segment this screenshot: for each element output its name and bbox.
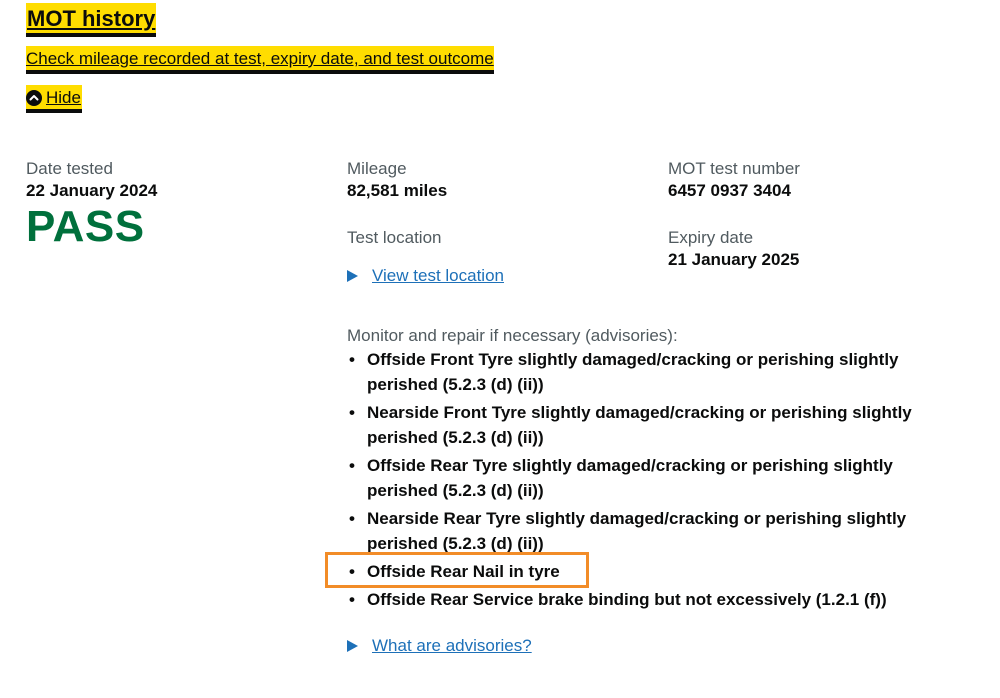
mot-history-page: MOT history Check mileage recorded at te… — [0, 0, 1000, 698]
expiry-value: 21 January 2025 — [668, 250, 800, 269]
expiry-block: Expiry date 21 January 2025 — [668, 227, 799, 271]
what-are-advisories-text: What are advisories? — [372, 636, 532, 655]
triangle-right-icon — [347, 270, 358, 282]
mileage-value: 82,581 miles — [347, 181, 448, 200]
view-test-location-text: View test location — [372, 266, 504, 285]
test-result: PASS — [26, 202, 145, 251]
date-tested-value: 22 January 2024 — [26, 181, 158, 200]
advisory-item: Nearside Rear Tyre slightly damaged/crac… — [347, 506, 947, 556]
hide-button[interactable]: Hide — [26, 87, 82, 109]
mot-history-summary-link[interactable]: Check mileage recorded at test, expiry d… — [26, 48, 494, 70]
mot-history-title[interactable]: MOT history — [26, 5, 157, 33]
advisory-item: Offside Rear Service brake binding but n… — [347, 587, 947, 612]
advisory-item: Offside Front Tyre slightly damaged/crac… — [347, 347, 947, 397]
advisories-section: Monitor and repair if necessary (advisor… — [347, 325, 947, 615]
advisories-heading: Monitor and repair if necessary (advisor… — [347, 326, 678, 345]
view-test-location-link[interactable]: View test location — [347, 265, 504, 287]
mileage-column: Mileage 82,581 miles — [347, 158, 447, 202]
test-location-label: Test location — [347, 228, 442, 247]
advisory-item: Nearside Front Tyre slightly damaged/cra… — [347, 400, 947, 450]
what-are-advisories-link[interactable]: What are advisories? — [347, 635, 532, 657]
date-tested-column: Date tested 22 January 2024 PASS — [26, 158, 157, 252]
advisory-item: Offside Rear Tyre slightly damaged/crack… — [347, 453, 947, 503]
triangle-right-icon — [347, 640, 358, 652]
mileage-label: Mileage — [347, 159, 407, 178]
test-number-label: MOT test number — [668, 159, 800, 178]
chevron-up-circle-icon — [26, 90, 42, 106]
advisory-item: Offside Rear Nail in tyre — [347, 559, 947, 584]
expiry-label: Expiry date — [668, 228, 754, 247]
test-number-column: MOT test number 6457 0937 3404 — [668, 158, 800, 202]
hide-label: Hide — [46, 88, 81, 107]
date-tested-label: Date tested — [26, 159, 113, 178]
test-number-value: 6457 0937 3404 — [668, 181, 791, 200]
advisories-list: Offside Front Tyre slightly damaged/crac… — [347, 347, 947, 612]
